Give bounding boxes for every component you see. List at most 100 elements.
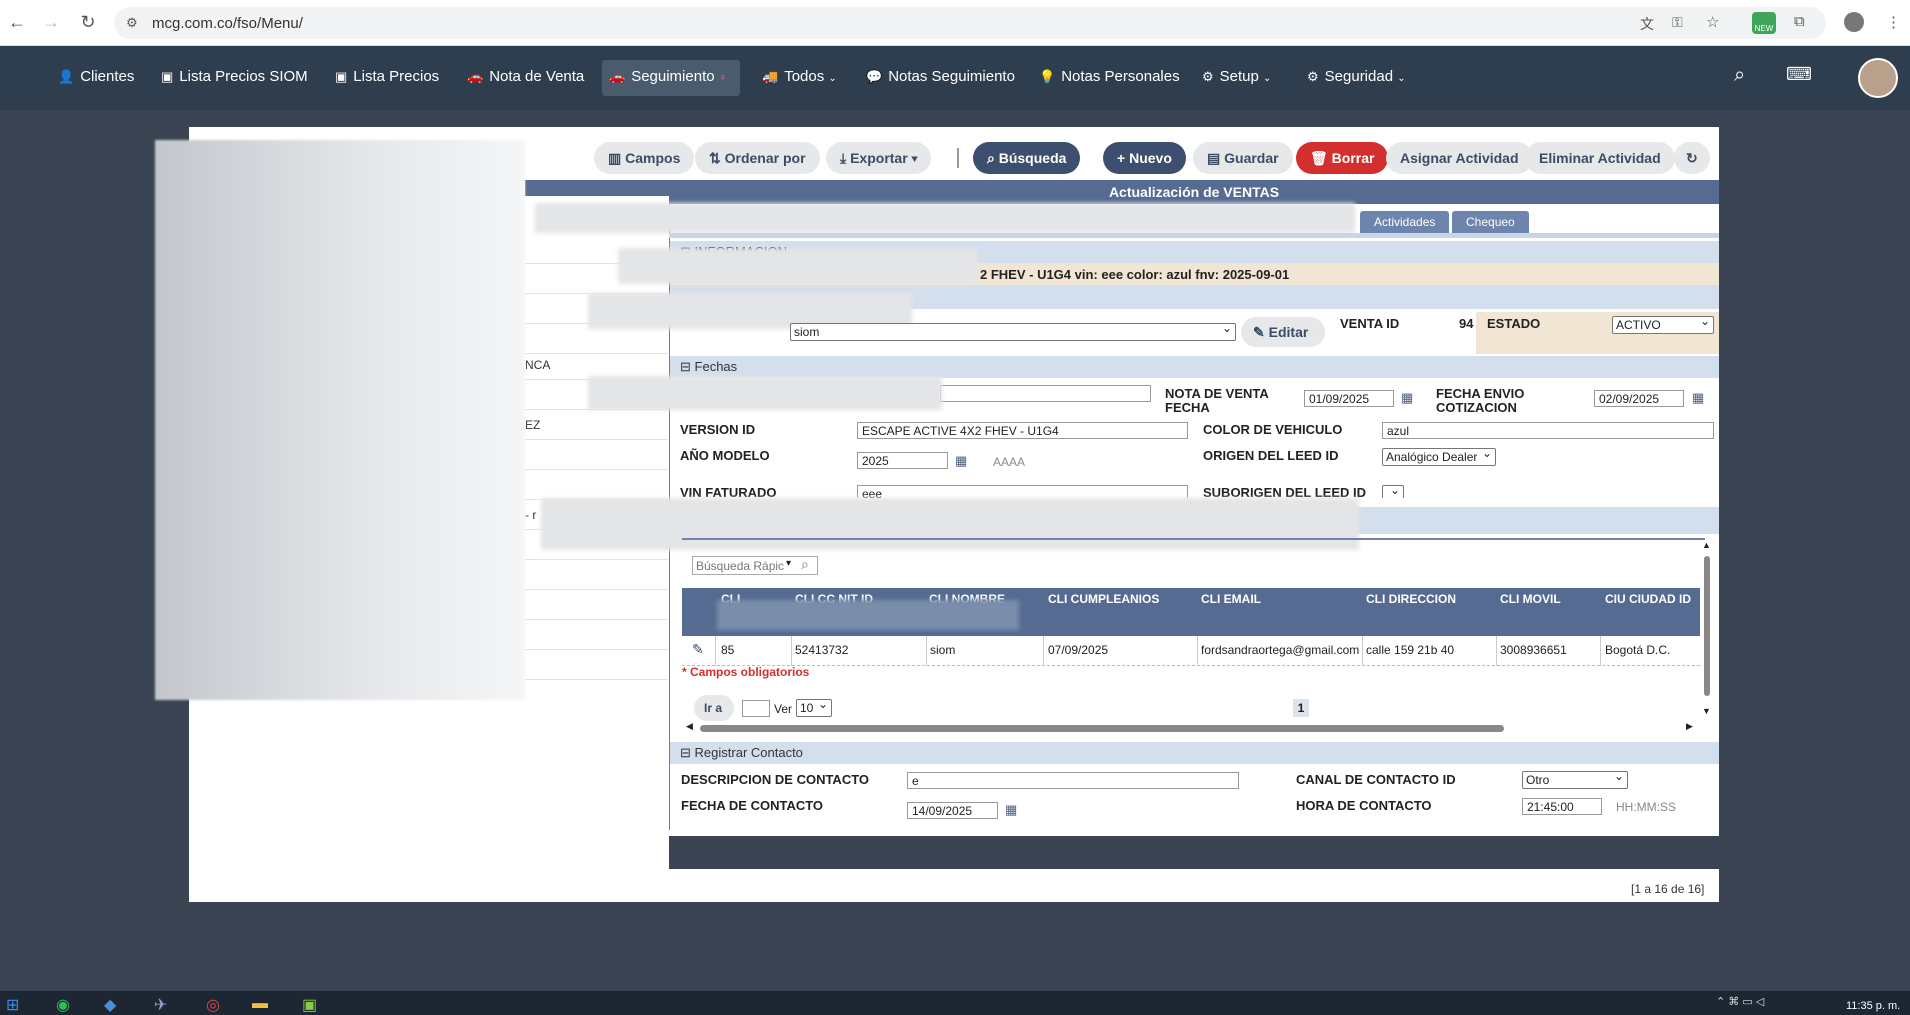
nav-todos[interactable]: 🚚 Todos ⌄: [762, 68, 837, 85]
user-icon: 👤: [58, 69, 75, 84]
whatsapp-icon[interactable]: ◉: [56, 995, 70, 1015]
nav-lista-precios[interactable]: ▣ Lista Precios: [335, 68, 439, 85]
avatar[interactable]: [1858, 58, 1898, 98]
bookmark-star-icon[interactable]: ☆: [1706, 13, 1719, 31]
section-registrar-contacto[interactable]: ⊟ Registrar Contacto: [670, 742, 1719, 764]
scroll-right-icon[interactable]: ▶: [1686, 721, 1693, 732]
address-bar[interactable]: ⚙ mcg.com.co/fso/Menu/ 文 ⚿ ☆: [114, 7, 1826, 39]
list-item[interactable]: [525, 470, 668, 500]
scroll-down-icon[interactable]: ▼: [1702, 706, 1711, 716]
site-info-icon[interactable]: ⚙: [126, 15, 138, 31]
nav-clientes[interactable]: 👤 Clientes: [58, 68, 134, 85]
folder-icon[interactable]: ▬: [252, 995, 268, 1013]
anio-input[interactable]: 2025: [857, 452, 948, 469]
origen-select[interactable]: Analógico Dealer: [1382, 446, 1496, 466]
grid-cell: calle 159 21b 40: [1366, 643, 1455, 657]
app-icon[interactable]: ◆: [104, 995, 116, 1015]
horizontal-scrollbar[interactable]: ◀ ▶: [686, 721, 1696, 733]
list-item[interactable]: [525, 620, 668, 650]
page-size-select[interactable]: 10: [796, 697, 832, 717]
forward-icon[interactable]: →: [40, 12, 62, 33]
key-icon[interactable]: ⚿: [1672, 14, 1683, 31]
app-icon[interactable]: ✈: [154, 995, 167, 1015]
borrar-button[interactable]: 🗑 Borrar: [1296, 142, 1389, 174]
editar-button[interactable]: ✎ Editar: [1241, 317, 1325, 347]
busqueda-button[interactable]: ⌕ Búsqueda: [973, 142, 1081, 174]
list-item[interactable]: [525, 650, 668, 680]
refresh-button[interactable]: ↻: [1674, 142, 1710, 174]
back-icon[interactable]: ←: [6, 12, 28, 33]
page-input[interactable]: [742, 700, 770, 717]
list-header: [525, 180, 669, 196]
nota-fecha-input[interactable]: 01/09/2025: [1304, 390, 1394, 407]
extension-new-icon[interactable]: NEW: [1752, 12, 1776, 34]
nav-lista-precios-siom[interactable]: ▣ Lista Precios SIOM: [161, 68, 308, 85]
fecha-contacto-input[interactable]: 14/09/2025: [907, 802, 998, 819]
grid-header-cell[interactable]: CIU CIUDAD ID: [1605, 592, 1691, 606]
exportar-button[interactable]: ⤓ Exportar ▾: [826, 142, 932, 174]
caret-down-icon[interactable]: ▾: [786, 558, 791, 569]
translate-icon[interactable]: 文: [1640, 14, 1654, 34]
tray-icons[interactable]: ⌃ ⌘ ▭ ◁: [1716, 995, 1764, 1008]
calendar-icon[interactable]: ▦: [955, 453, 967, 469]
hora-input[interactable]: 21:45:00: [1522, 798, 1602, 815]
tab-chequeo[interactable]: Chequeo: [1452, 211, 1529, 233]
nuevo-button[interactable]: + Nuevo: [1103, 142, 1186, 174]
extensions-icon[interactable]: ⧉: [1794, 13, 1805, 30]
vertical-scrollbar[interactable]: ▲ ▼: [1702, 540, 1712, 718]
cliente-select[interactable]: siom: [790, 321, 1236, 341]
list-item[interactable]: [525, 440, 668, 470]
chrome-icon[interactable]: ◎: [206, 995, 220, 1015]
quick-search-input[interactable]: Búsqueda Rápic: [692, 556, 818, 575]
nav-seguimiento[interactable]: 🚗 Seguimiento ♀: [609, 68, 727, 85]
section-fechas[interactable]: ⊟ Fechas: [670, 356, 1719, 378]
nav-nota-de-venta[interactable]: 🚗 Nota de Venta: [467, 68, 584, 85]
paint-roller-icon[interactable]: ⌨: [1786, 64, 1812, 85]
color-input[interactable]: azul: [1382, 422, 1714, 439]
scroll-up-icon[interactable]: ▲: [1702, 540, 1711, 550]
calendar-icon[interactable]: ▦: [1005, 802, 1017, 818]
guardar-button[interactable]: ▤ Guardar: [1193, 142, 1293, 174]
scroll-left-icon[interactable]: ◀: [686, 721, 693, 732]
form-bottom-bar: [669, 836, 1719, 869]
app-icon[interactable]: ▣: [302, 995, 317, 1015]
reload-icon[interactable]: ↻: [77, 12, 99, 33]
calendar-icon[interactable]: ▦: [1692, 390, 1704, 406]
windows-start-icon[interactable]: ⊞: [6, 995, 19, 1015]
nav-notas-personales[interactable]: 💡 Notas Personales: [1039, 68, 1180, 85]
collapse-icon: ⊟: [680, 745, 691, 760]
campos-button[interactable]: ▥ Campos: [594, 142, 695, 174]
scroll-thumb[interactable]: [1704, 556, 1710, 696]
list-item[interactable]: EZ: [525, 410, 668, 440]
list-item[interactable]: [525, 590, 668, 620]
edit-icon[interactable]: ✎: [692, 641, 704, 658]
estado-select[interactable]: ACTIVO: [1612, 314, 1714, 334]
tab-actividades[interactable]: Actividades: [1360, 211, 1450, 233]
descripcion-input[interactable]: e: [907, 772, 1239, 789]
redacted-field[interactable]: [940, 385, 1151, 402]
calendar-icon[interactable]: ▦: [1401, 390, 1413, 406]
ir-a-button[interactable]: Ir a: [694, 695, 734, 721]
grid-header-cell[interactable]: CLI CUMPLEANIOS: [1048, 592, 1159, 606]
nav-notas-seguimiento[interactable]: 💬 Notas Seguimiento: [866, 68, 1015, 85]
envio-input[interactable]: 02/09/2025: [1594, 390, 1684, 407]
canal-select[interactable]: Otro: [1522, 769, 1628, 789]
grid-header-cell[interactable]: CLI EMAIL: [1201, 592, 1261, 606]
grid-header-cell[interactable]: CLI MOVIL: [1500, 592, 1561, 606]
nav-setup[interactable]: ⚙ Setup ⌄: [1202, 68, 1271, 85]
profile-icon[interactable]: [1844, 12, 1864, 32]
eliminar-actividad-button[interactable]: Eliminar Actividad: [1525, 142, 1675, 174]
list-item[interactable]: [525, 560, 668, 590]
search-icon[interactable]: ⌕: [1734, 64, 1745, 87]
ordenar-button[interactable]: ⇅ Ordenar por: [695, 142, 820, 174]
toolbar-divider: [957, 148, 959, 168]
grid-header-cell[interactable]: CLI DIRECCION: [1366, 592, 1456, 606]
page-number[interactable]: 1: [1293, 699, 1309, 717]
nav-seguridad[interactable]: ⚙ Seguridad ⌄: [1307, 68, 1406, 85]
version-input[interactable]: ESCAPE ACTIVE 4X2 FHEV - U1G4: [857, 422, 1188, 439]
menu-dots-icon[interactable]: ⋮: [1886, 13, 1901, 31]
search-icon[interactable]: ⌕: [801, 556, 809, 573]
asignar-actividad-button[interactable]: Asignar Actividad: [1386, 142, 1533, 174]
scroll-thumb[interactable]: [700, 725, 1504, 732]
grid-divider: [715, 636, 716, 666]
